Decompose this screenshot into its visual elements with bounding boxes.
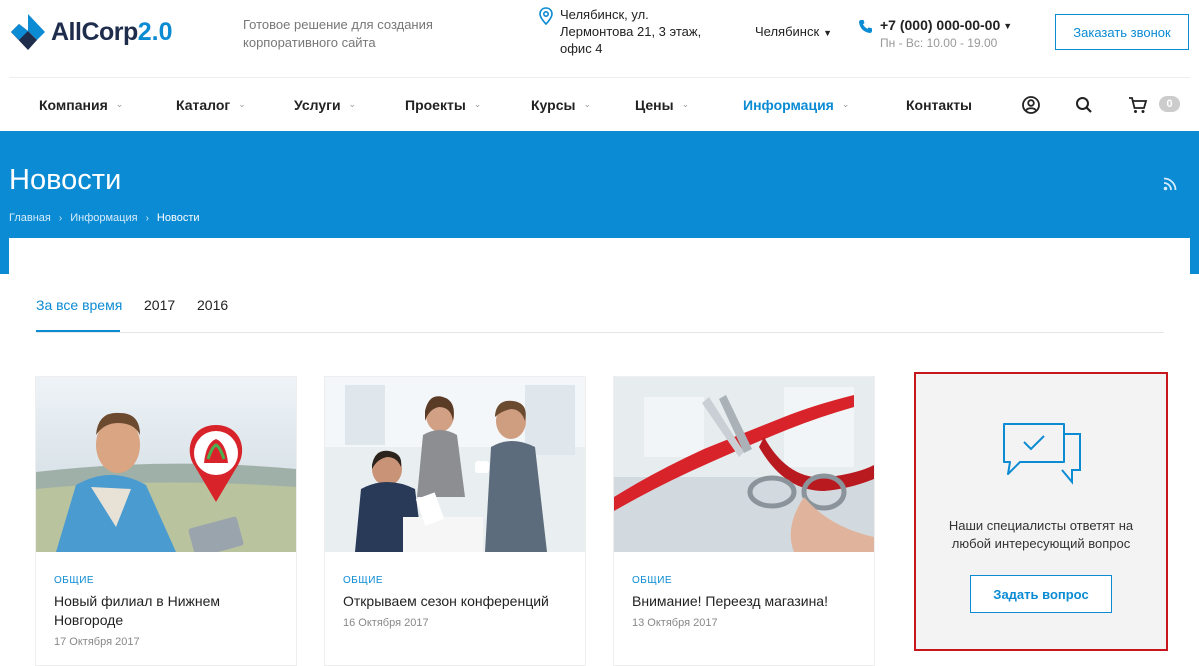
- nav-item-information[interactable]: Информация ⌄: [743, 78, 849, 131]
- news-title[interactable]: Внимание! Переезд магазина!: [632, 592, 860, 611]
- active-tab-indicator: [36, 330, 120, 332]
- nav-label: Услуги: [294, 96, 341, 113]
- news-image[interactable]: [614, 377, 874, 552]
- news-date: 13 Октября 2017: [632, 617, 718, 629]
- breadcrumb: Главная › Информация › Новости: [9, 212, 200, 224]
- site-header: AllCorp 2.0 Готовое решение для создания …: [0, 0, 1199, 78]
- news-photo-man-with-pin: [36, 377, 296, 552]
- nav-label: Компания: [39, 96, 108, 113]
- nav-label: Информация: [743, 96, 834, 113]
- tab-2016[interactable]: 2016: [197, 297, 228, 313]
- nav-item-contacts[interactable]: Контакты: [906, 78, 972, 131]
- news-card[interactable]: ОБЩИЕ Новый филиал в Нижнем Новгороде 17…: [35, 376, 297, 666]
- nav-label: Проекты: [405, 96, 466, 113]
- ask-text: Наши специалисты ответят на любой интере…: [948, 518, 1134, 551]
- city-label: Челябинск: [755, 24, 820, 39]
- caret-down-icon: ▼: [823, 27, 833, 38]
- rss-icon[interactable]: [1163, 177, 1177, 191]
- caret-down-icon: ▼: [1003, 21, 1013, 32]
- cart-icon[interactable]: [1128, 95, 1148, 115]
- address-text: Челябинск, ул. Лермонтова 21, 3 этаж, оф…: [560, 7, 702, 56]
- chevron-down-icon: ⌄: [841, 99, 850, 109]
- nav-label: Курсы: [531, 96, 576, 113]
- news-category[interactable]: ОБЩИЕ: [54, 575, 94, 586]
- nav-label: Цены: [635, 96, 674, 113]
- nav-item-services[interactable]: Услуги ⌄: [294, 78, 356, 131]
- chevron-down-icon: ⌄: [473, 99, 482, 109]
- breadcrumb-current: Новости: [156, 212, 200, 224]
- news-date: 16 Октября 2017: [343, 617, 429, 629]
- ask-question-button[interactable]: Задать вопрос: [970, 575, 1112, 613]
- slogan: Готовое решение для создания корпоративн…: [243, 17, 433, 50]
- news-title[interactable]: Новый филиал в Нижнем Новгороде: [54, 592, 282, 630]
- chevron-down-icon: ⌄: [583, 99, 591, 109]
- logo[interactable]: AllCorp 2.0: [9, 12, 173, 52]
- news-card[interactable]: ОБЩИЕ Внимание! Переезд магазина! 13 Окт…: [613, 376, 875, 666]
- chevron-right-icon: ›: [58, 212, 63, 224]
- news-image[interactable]: [36, 377, 296, 552]
- news-photo-business-meeting: [325, 377, 585, 552]
- breadcrumb-information[interactable]: Информация: [70, 212, 137, 224]
- user-icon[interactable]: [1021, 95, 1041, 115]
- nav-item-projects[interactable]: Проекты ⌄: [405, 78, 481, 131]
- tab-2017[interactable]: 2017: [144, 297, 175, 313]
- news-image[interactable]: [325, 377, 585, 552]
- news-photo-ribbon-cutting: [614, 377, 874, 552]
- nav-item-catalog[interactable]: Каталог ⌄: [176, 78, 246, 131]
- nav-item-prices[interactable]: Цены ⌄: [635, 78, 689, 131]
- news-title[interactable]: Открываем сезон конференций: [343, 592, 571, 611]
- year-tabs: За все время 2017 2016: [36, 285, 1164, 333]
- news-date: 17 Октября 2017: [54, 636, 140, 648]
- main-nav: Компания ⌄ Каталог ⌄ Услуги ⌄ Проекты ⌄ Курс…: [9, 77, 1190, 130]
- chevron-down-icon: ⌄: [115, 99, 124, 109]
- chevron-down-icon: ⌄: [238, 99, 246, 109]
- nav-label: Каталог: [176, 96, 231, 113]
- news-category[interactable]: ОБЩИЕ: [632, 575, 672, 586]
- ask-question-widget: Наши специалисты ответят на любой интере…: [914, 372, 1168, 651]
- phone-block[interactable]: +7 (000) 000-00-00 ▼ Пн - Вс: 10.00 - 19.…: [858, 17, 1012, 50]
- news-category[interactable]: ОБЩИЕ: [343, 575, 383, 586]
- nav-label: Контакты: [906, 96, 973, 113]
- tab-all-time[interactable]: За все время: [36, 297, 122, 313]
- address-block: Челябинск, ул. Лермонтова 21, 3 этаж, оф…: [538, 6, 710, 57]
- news-card[interactable]: ОБЩИЕ Открываем сезон конференций 16 Окт…: [324, 376, 586, 666]
- map-pin-icon: [539, 7, 553, 25]
- breadcrumb-home[interactable]: Главная: [9, 212, 51, 224]
- logo-version: 2.0: [137, 17, 173, 46]
- logo-mark-icon: [11, 14, 45, 50]
- nav-item-company[interactable]: Компания ⌄: [39, 78, 123, 131]
- chevron-right-icon: ›: [145, 212, 149, 224]
- phone-number: +7 (000) 000-00-00 ▼: [880, 17, 1012, 34]
- cart-count-badge: 0: [1159, 96, 1180, 112]
- chevron-down-icon: ⌄: [348, 99, 357, 109]
- nav-item-courses[interactable]: Курсы ⌄: [531, 78, 591, 131]
- city-selector[interactable]: Челябинск ▼: [755, 24, 832, 39]
- working-hours: Пн - Вс: 10.00 - 19.00: [880, 36, 998, 50]
- search-icon[interactable]: [1074, 95, 1094, 115]
- phone-icon: [859, 20, 872, 33]
- chat-bubbles-icon: [1003, 423, 1081, 485]
- chevron-down-icon: ⌄: [681, 99, 690, 109]
- phone-number-text: +7 (000) 000-00-00: [880, 17, 1001, 33]
- callback-button[interactable]: Заказать звонок: [1055, 14, 1189, 50]
- logo-text: AllCorp: [51, 17, 138, 46]
- page-title: Новости: [9, 164, 122, 196]
